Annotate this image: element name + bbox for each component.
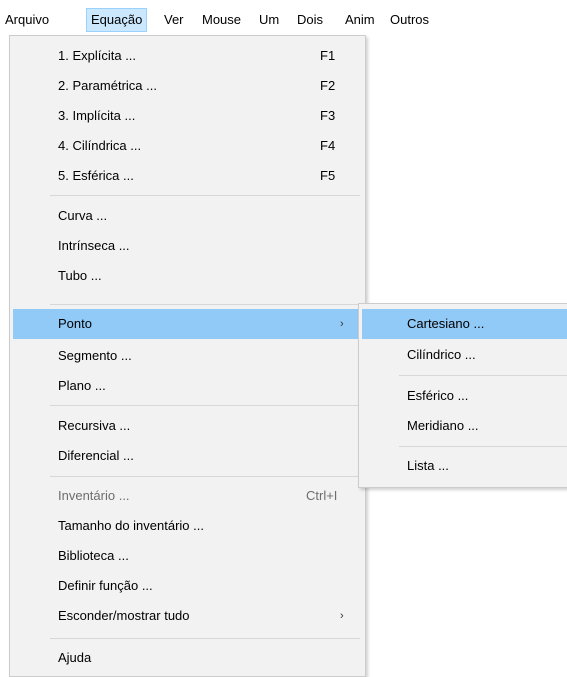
menu-item-label: Lista ... [407,458,449,473]
menu-item-label: Tubo ... [58,268,102,283]
submenu-item-cilindrico[interactable]: Cilíndrico ... [359,340,567,370]
point-submenu: Cartesiano ... Cilíndrico ... Esférico .… [358,303,567,488]
menu-arquivo[interactable]: Arquivo [1,9,53,31]
menu-separator [399,375,567,376]
menu-item-shortcut: F3 [320,108,336,123]
menu-item-label: Intrínseca ... [58,238,130,253]
menu-item-inventario: Inventário ... Ctrl+I [10,481,365,511]
chevron-right-icon: › [340,318,344,330]
menu-item-label: Plano ... [58,378,106,393]
menu-separator [50,638,360,639]
menu-item-label: Inventário ... [58,488,130,503]
equation-dropdown-menu: 1. Explícita ... F1 2. Paramétrica ... F… [9,35,366,677]
menu-item-recursiva[interactable]: Recursiva ... [10,411,365,441]
menu-item-label: 1. Explícita ... [58,48,137,63]
menu-item-shortcut: F1 [320,48,336,63]
menu-item-esconder-mostrar[interactable]: Esconder/mostrar tudo › [10,601,365,631]
menu-dois[interactable]: Dois [293,9,327,31]
menu-item-label: Ponto [58,316,92,331]
menu-separator [50,476,360,477]
menu-item-esferica[interactable]: 5. Esférica ... F5 [10,161,365,191]
menu-item-label: Tamanho do inventário ... [58,518,204,533]
menu-item-label: 4. Cilíndrica ... [58,138,142,153]
menu-separator [50,304,360,305]
menu-item-curva[interactable]: Curva ... [10,201,365,231]
menu-item-label: Segmento ... [58,348,132,363]
menu-item-label: Cartesiano ... [407,316,485,331]
menu-item-tubo[interactable]: Tubo ... [10,261,365,291]
menu-outros[interactable]: Outros [386,9,433,31]
menu-item-tamanho-inventario[interactable]: Tamanho do inventário ... [10,511,365,541]
submenu-item-esferico[interactable]: Esférico ... [359,381,567,411]
menu-item-definir-funcao[interactable]: Definir função ... [10,571,365,601]
menu-item-shortcut: Ctrl+I [306,488,338,503]
menu-item-label: Esconder/mostrar tudo [58,608,190,623]
menu-item-label: 5. Esférica ... [58,168,134,183]
menu-item-label: Diferencial ... [58,448,134,463]
submenu-item-lista[interactable]: Lista ... [359,451,567,481]
menu-item-cilindrica[interactable]: 4. Cilíndrica ... F4 [10,131,365,161]
menu-item-label: Esférico ... [407,388,469,403]
menu-item-ajuda[interactable]: Ajuda [10,643,365,673]
menu-item-implicita[interactable]: 3. Implícita ... F3 [10,101,365,131]
menu-separator [50,195,360,196]
menu-equacao[interactable]: Equação [86,8,148,32]
menu-item-parametrica[interactable]: 2. Paramétrica ... F2 [10,71,365,101]
menu-ver[interactable]: Ver [160,9,188,31]
menu-item-intrinseca[interactable]: Intrínseca ... [10,231,365,261]
menu-item-plano[interactable]: Plano ... [10,371,365,401]
menu-item-ponto[interactable]: Ponto › [13,309,362,339]
menu-separator [399,446,567,447]
submenu-item-meridiano[interactable]: Meridiano ... [359,411,567,441]
chevron-right-icon: › [340,610,344,622]
menu-item-explicita[interactable]: 1. Explícita ... F1 [10,41,365,71]
menubar: Arquivo Equação Ver Mouse Um Dois Anim O… [0,0,567,34]
submenu-item-cartesiano[interactable]: Cartesiano ... [362,309,567,339]
menu-item-label: Cilíndrico ... [407,347,476,362]
menu-item-diferencial[interactable]: Diferencial ... [10,441,365,471]
menu-item-label: Meridiano ... [407,418,479,433]
menu-um[interactable]: Um [255,9,283,31]
menu-item-shortcut: F2 [320,78,336,93]
menu-item-label: Ajuda [58,650,92,665]
menu-item-label: Biblioteca ... [58,548,129,563]
menu-item-label: 2. Paramétrica ... [58,78,157,93]
menu-item-label: Curva ... [58,208,108,223]
menu-mouse[interactable]: Mouse [198,9,245,31]
menu-item-label: Recursiva ... [58,418,131,433]
menu-anim[interactable]: Anim [341,9,379,31]
menu-item-label: Definir função ... [58,578,153,593]
menu-item-segmento[interactable]: Segmento ... [10,341,365,371]
menu-separator [50,405,360,406]
menu-item-biblioteca[interactable]: Biblioteca ... [10,541,365,571]
menu-item-shortcut: F5 [320,168,336,183]
menu-item-label: 3. Implícita ... [58,108,136,123]
menu-item-shortcut: F4 [320,138,336,153]
